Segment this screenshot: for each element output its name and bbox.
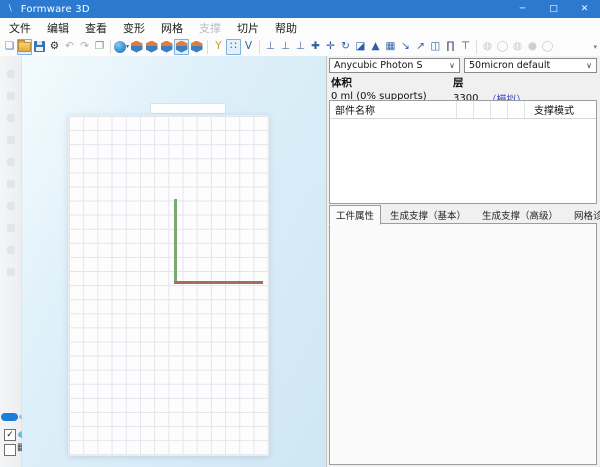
menu-item-slice[interactable]: 切片	[237, 20, 259, 36]
menubar: 文件 编辑 查看 变形 网格 支撑 切片	[0, 18, 600, 37]
brush-tool-1-button[interactable]: ◍	[480, 39, 495, 55]
close-button[interactable]: ✕	[569, 0, 600, 18]
minimize-button[interactable]: ─	[507, 0, 538, 18]
arrange-tool-button[interactable]: ◫	[428, 39, 443, 55]
view-cube-iso-button[interactable]	[189, 39, 204, 55]
rotate-tool-button[interactable]: ↻	[338, 39, 353, 55]
mirror-tool-button[interactable]: ▲	[368, 39, 383, 55]
brush-tool-5-button[interactable]: ◯	[540, 39, 555, 55]
col-flag-3[interactable]	[491, 101, 508, 118]
tap-tool-button[interactable]: ⊤	[458, 39, 473, 55]
tab-content-panel	[329, 223, 597, 465]
array-tool-button[interactable]: ▦	[383, 39, 398, 55]
save-button[interactable]	[32, 39, 47, 55]
tab-strip: 工件属性 生成支撑（基本） 生成支撑（高级） 网格诊断	[329, 207, 597, 224]
printer-select[interactable]: Anycubic Photon S ∨	[329, 58, 460, 73]
disabled-tool-slot	[7, 70, 15, 78]
support-branch-button[interactable]: V	[241, 39, 256, 55]
disabled-tool-slot	[7, 114, 15, 122]
disabled-tool-slot	[7, 136, 15, 144]
tab-mesh-diagnostics[interactable]: 网格诊断	[567, 205, 600, 225]
col-flag-2[interactable]	[474, 101, 491, 118]
menu-item-edit[interactable]: 编辑	[47, 20, 69, 36]
tab-support-advanced[interactable]: 生成支撑（高级）	[475, 205, 565, 225]
disabled-tool-slot	[7, 92, 15, 100]
printer-name-label	[150, 103, 226, 114]
disabled-tool-slot	[7, 246, 15, 254]
undo-button[interactable]: ↶	[62, 39, 77, 55]
menu-item-support[interactable]: 支撑	[199, 20, 221, 36]
printer-profile-row: Anycubic Photon S ∨ 50micron default ∨	[329, 58, 597, 73]
right-panel: Anycubic Photon S ∨ 50micron default ∨ 体…	[326, 56, 600, 467]
layers-label: 层	[453, 75, 526, 90]
lay-flat-button[interactable]: ⊥	[278, 39, 293, 55]
formware-3d-window: ∖ Formware 3D ─ □ ✕ 文件 编辑 查看 变形	[0, 0, 600, 467]
disabled-tool-slot	[7, 202, 15, 210]
settings-button[interactable]: ⚙	[47, 39, 62, 55]
brush-tool-4-button[interactable]: ●	[525, 39, 540, 55]
view-sphere-button[interactable]	[114, 39, 129, 55]
menu-item-transform[interactable]: 变形	[123, 20, 145, 36]
parts-table: 部件名称	[329, 100, 597, 204]
profile-select[interactable]: 50micron default ∨	[464, 58, 597, 73]
bridge-tool-button[interactable]: ∏	[443, 39, 458, 55]
disabled-tool-slot	[7, 268, 15, 276]
tab-part-properties[interactable]: 工件属性	[329, 205, 381, 225]
tab-support-basic[interactable]: 生成支撑（基本）	[383, 205, 473, 225]
build-plate-grid[interactable]	[68, 115, 269, 456]
clip-plane-slider[interactable]	[1, 413, 18, 421]
toolbar-separator	[256, 39, 263, 55]
center-on-plate-button[interactable]: ⊥	[293, 39, 308, 55]
brush-tool-2-button[interactable]: ◯	[495, 39, 510, 55]
axis-x-red	[174, 281, 263, 284]
menu-item-help[interactable]: 帮助	[275, 20, 297, 36]
titlebar: ∖ Formware 3D ─ □ ✕	[0, 0, 600, 18]
menu-item-mesh[interactable]: 网格	[161, 20, 183, 36]
view-cube-left-button[interactable]	[159, 39, 174, 55]
view-cube-back-button[interactable]	[144, 39, 159, 55]
axis-y-green	[174, 199, 177, 283]
window-controls: ─ □ ✕	[507, 0, 600, 18]
chevron-down-icon: ∨	[586, 61, 592, 70]
menu-item-view[interactable]: 查看	[85, 20, 107, 36]
scale-tool-button[interactable]: ◪	[353, 39, 368, 55]
left-tool-rail	[0, 56, 22, 467]
toolbar-separator	[473, 39, 480, 55]
disabled-tool-slot	[7, 224, 15, 232]
redo-button[interactable]: ↷	[77, 39, 92, 55]
disabled-tool-slot	[7, 180, 15, 188]
support-points-button[interactable]: ∷	[226, 39, 241, 55]
show-platform-checkbox[interactable]: ✓	[4, 429, 16, 441]
volume-label: 体积	[331, 75, 453, 90]
brush-tool-3-button[interactable]: ◍	[510, 39, 525, 55]
app-icon: ∖	[7, 4, 13, 14]
col-flag-1[interactable]	[457, 101, 474, 118]
disabled-tool-slot	[7, 158, 15, 166]
col-flag-4[interactable]	[508, 101, 525, 118]
toolbar-separator	[107, 39, 114, 55]
measure-tool-button[interactable]: ↘	[398, 39, 413, 55]
parts-table-header: 部件名称	[330, 101, 596, 119]
menu-item-file[interactable]: 文件	[9, 20, 31, 36]
toolbar-overflow-button[interactable]: ▾	[593, 43, 597, 51]
open-file-button[interactable]	[17, 39, 32, 55]
toolbar-separator	[204, 39, 211, 55]
move-tool-button[interactable]: ✚	[308, 39, 323, 55]
view-cube-front-button[interactable]	[129, 39, 144, 55]
window-title: Formware 3D	[21, 4, 90, 15]
new-file-button[interactable]: ❏	[2, 39, 17, 55]
view-cube-right-button[interactable]	[174, 39, 189, 55]
duplicate-button[interactable]: ❐	[92, 39, 107, 55]
translate-tool-button[interactable]: ✛	[323, 39, 338, 55]
viewport-3d[interactable]	[22, 56, 326, 467]
support-tree-button[interactable]: Y	[211, 39, 226, 55]
col-part-name[interactable]: 部件名称	[330, 101, 457, 118]
maximize-button[interactable]: □	[538, 0, 569, 18]
chevron-down-icon: ∨	[449, 61, 455, 70]
drop-to-plate-button[interactable]: ⊥	[263, 39, 278, 55]
toolbar: ❏ ⚙ ↶ ↷ ❐	[0, 37, 600, 57]
orient-tool-button[interactable]: ↗	[413, 39, 428, 55]
col-support-mode[interactable]: 支撑模式	[525, 101, 596, 118]
show-grid-checkbox[interactable]	[4, 444, 16, 456]
